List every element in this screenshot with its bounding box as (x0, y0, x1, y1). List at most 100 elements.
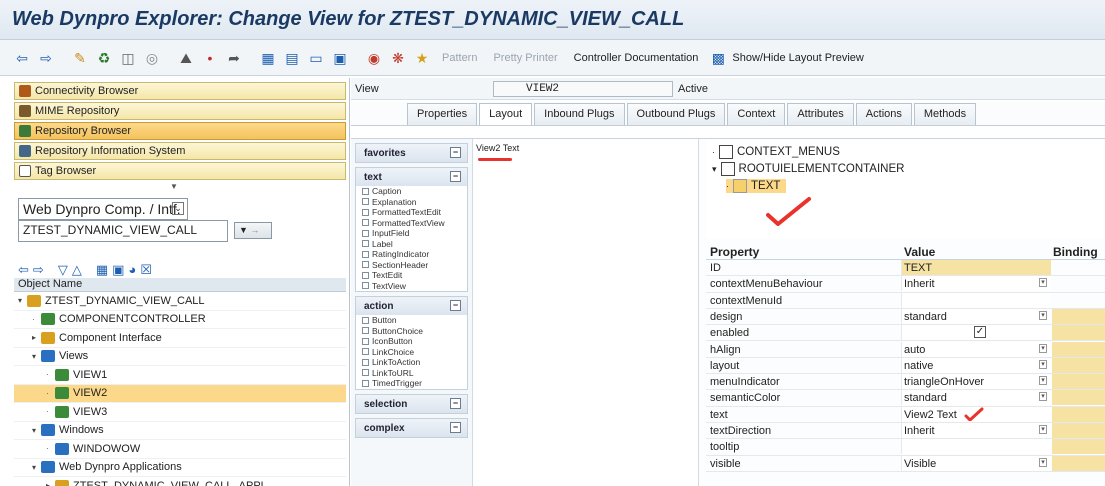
palette-item[interactable]: LinkToURL (356, 368, 467, 379)
tab-outbound-plugs[interactable]: Outbound Plugs (626, 103, 726, 125)
repository-browser-button[interactable]: Repository Browser (14, 122, 346, 140)
binding-cell[interactable] (1052, 390, 1105, 406)
table-row[interactable]: tooltip (706, 439, 1105, 456)
tree-node[interactable]: ▾ ZTEST_DYNAMIC_VIEW_CALL (14, 292, 346, 311)
hierarchy-icon[interactable]: ▦ (258, 48, 278, 68)
tree-node[interactable]: ▾ Windows (14, 422, 346, 440)
tree-node[interactable]: ▾ Views (14, 348, 346, 366)
check-icon[interactable]: ◎ (142, 48, 162, 68)
palette-group-header[interactable]: selection − (356, 394, 467, 413)
ui-tree-node-root-container[interactable]: ▾ ROOTUIELEMENTCONTAINER (712, 162, 904, 176)
table-row[interactable]: hAlign auto ▾ (706, 341, 1105, 358)
palette-item[interactable]: IconButton (356, 336, 467, 347)
table-row[interactable]: text View2 Text (706, 406, 1105, 423)
tree-node[interactable]: · VIEW2 (14, 384, 346, 403)
palette-group-header[interactable]: complex − (356, 418, 467, 437)
palette-item[interactable]: FormattedTextView (356, 218, 467, 229)
tab-methods[interactable]: Methods (913, 103, 977, 125)
controller-documentation-button[interactable]: Controller Documentation (568, 52, 705, 64)
tree-node[interactable]: ▸ ZTEST_DYNAMIC_VIEW_CALL_APPL (14, 477, 346, 486)
value-help-icon[interactable]: ▾ (1039, 457, 1047, 467)
expand-arrow-icon[interactable]: ▸ (32, 333, 41, 342)
table-row[interactable]: contextMenuId (706, 292, 1105, 309)
tree-node[interactable]: ▸ Component Interface (14, 329, 346, 348)
collapse-icon[interactable]: − (450, 147, 461, 158)
palette-item[interactable]: LinkToAction (356, 357, 467, 368)
mime-repository-button[interactable]: MIME Repository (14, 102, 346, 120)
value-cell[interactable] (901, 292, 1051, 308)
tree-node[interactable]: · VIEW3 (14, 403, 346, 422)
wizard-icon[interactable]: ★ (412, 48, 432, 68)
tab-attributes[interactable]: Attributes (787, 103, 854, 125)
value-cell[interactable] (901, 439, 1051, 455)
expand-arrow-icon[interactable]: · (46, 389, 55, 398)
tree-node[interactable]: · COMPONENTCONTROLLER (14, 311, 346, 329)
expand-arrow-icon[interactable]: ▾ (32, 426, 41, 435)
where-used-icon[interactable]: ⛰ (176, 48, 196, 68)
binding-cell[interactable] (1052, 341, 1105, 357)
connectivity-browser-button[interactable]: Connectivity Browser (14, 82, 346, 100)
canvas-textview[interactable]: View2 Text (476, 143, 519, 153)
table-row[interactable]: design standard ▾ (706, 308, 1105, 326)
pretty-printer-button[interactable]: Pretty Printer (487, 52, 563, 64)
tree-node[interactable]: · VIEW1 (14, 366, 346, 385)
collapse-icon[interactable]: − (450, 421, 461, 433)
tab-inbound-plugs[interactable]: Inbound Plugs (534, 103, 625, 125)
binding-cell[interactable] (1052, 325, 1105, 341)
palette-item[interactable]: LinkChoice (356, 347, 467, 358)
ui-tree-node-context-menus[interactable]: · CONTEXT_MENUS (712, 145, 840, 159)
binding-cell[interactable] (1052, 439, 1105, 455)
palette-item[interactable]: Label (356, 239, 467, 250)
collapse-arrow-icon[interactable]: ▼ (170, 182, 178, 191)
edit-icon[interactable]: ✎ (70, 48, 90, 68)
table-row[interactable]: semanticColor standard ▾ (706, 390, 1105, 407)
table-row[interactable]: textDirection Inherit ▾ (706, 423, 1105, 440)
table-row[interactable]: ID TEXT (706, 260, 1105, 277)
object-type-select[interactable]: Web Dynpro Comp. / Intf. ⌄ (18, 198, 188, 220)
table-row[interactable]: visible Visible ▾ (706, 455, 1105, 472)
chevron-down-icon[interactable]: ⌄ (172, 202, 184, 215)
expand-arrow-icon[interactable]: ▾ (18, 296, 27, 305)
palette-item[interactable]: FormattedTextEdit (356, 207, 467, 218)
palette-group-header[interactable]: action − (356, 297, 467, 315)
palette-group-header[interactable]: favorites − (356, 144, 467, 162)
palette-item[interactable]: Explanation (356, 197, 467, 208)
layout-preview-icon[interactable]: ▩ (708, 48, 728, 68)
value-help-icon[interactable]: ▾ (1039, 359, 1047, 369)
tab-layout[interactable]: Layout (479, 103, 533, 125)
table-row[interactable]: layout native ▾ (706, 357, 1105, 375)
expand-arrow-icon[interactable]: ▾ (32, 463, 41, 472)
collapse-icon[interactable]: − (450, 171, 461, 182)
binding-cell[interactable] (1052, 374, 1105, 390)
palette-item[interactable]: TextView (356, 281, 467, 292)
expand-arrow-icon[interactable]: · (46, 370, 55, 379)
palette-item[interactable]: RatingIndicator (356, 249, 467, 260)
table-row[interactable]: contextMenuBehaviour Inherit ▾ (706, 276, 1105, 293)
palette-item[interactable]: InputField (356, 228, 467, 239)
pattern-button[interactable]: Pattern (436, 52, 483, 64)
info-icon[interactable]: • (200, 48, 220, 68)
binding-cell[interactable] (1052, 406, 1105, 422)
binding-cell[interactable] (1052, 308, 1105, 324)
navigate-icon[interactable]: ➦ (224, 48, 244, 68)
display-object-button[interactable]: ▼ → (234, 222, 272, 239)
collapse-icon[interactable]: − (450, 300, 461, 311)
tree-node[interactable]: ▾ Web Dynpro Applications (14, 459, 346, 477)
test-icon[interactable]: ◉ (364, 48, 384, 68)
value-help-icon[interactable]: ▾ (1039, 392, 1047, 402)
expand-arrow-icon[interactable]: ▾ (32, 352, 41, 361)
tree-node[interactable]: · WINDOWOW (14, 440, 346, 459)
binding-cell[interactable] (1052, 357, 1105, 373)
display-change-icon[interactable]: ♻ (94, 48, 114, 68)
expand-arrow-icon[interactable]: · (46, 444, 55, 453)
palette-group-header[interactable]: text − (356, 168, 467, 186)
debug-icon[interactable]: ❋ (388, 48, 408, 68)
back-icon[interactable]: ⇦ (12, 48, 32, 68)
window-icon[interactable]: ▭ (306, 48, 326, 68)
tab-properties[interactable]: Properties (407, 103, 478, 125)
table-row[interactable]: menuIndicator triangleOnHover ▾ (706, 374, 1105, 391)
tag-browser-button[interactable]: Tag Browser (14, 162, 346, 180)
layout-preview-button[interactable]: Show/Hide Layout Preview (732, 52, 869, 64)
layout-preview-canvas[interactable]: View2 Text (474, 139, 699, 486)
value-help-icon[interactable]: ▾ (1039, 425, 1047, 434)
